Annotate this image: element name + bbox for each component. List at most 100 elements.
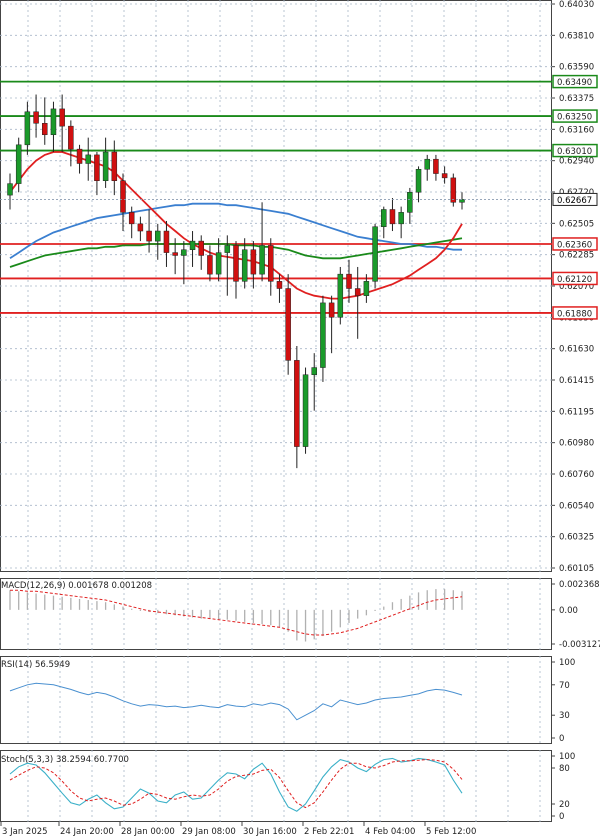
time-tick-label: 29 Jan 08:00 [182,827,236,837]
candle-body [94,154,100,181]
level-tag-label: 0.63010 [557,147,592,157]
candle-body [215,252,222,275]
candle-body [276,281,283,289]
candle-body [433,158,439,174]
price-tick-label: 0.63160 [559,125,594,135]
candle-body [102,151,109,181]
candle-body [111,151,118,181]
rsi-tick-label: 30 [559,711,570,721]
candle [372,223,378,289]
candle-body [76,148,83,164]
level-tag-label: 0.62360 [557,240,592,250]
candle-body [59,108,65,127]
price-tick-label: 0.60540 [559,501,594,511]
candle-body [294,360,300,447]
stoch-tick-label: 80 [559,764,570,774]
time-tick-label: 2 Feb 22:01 [304,827,354,837]
price-tick-label: 0.63590 [559,63,594,73]
candle-body [120,180,126,213]
candle-body [241,249,248,282]
candle-body [311,367,317,375]
chart-background [0,0,600,840]
candle-body [128,212,135,225]
price-tick-label: 0.60980 [559,439,594,449]
macd-label: MACD(12,26,9) 0.001678 0.001208 [1,581,152,591]
stoch-label: Stoch(5,3,3) 38.2594 60.7700 [1,755,129,765]
candle-body [398,212,404,225]
candle-body [181,249,187,256]
candle-body [15,144,22,184]
candle [302,367,309,454]
price-tick-label: 0.61630 [559,345,594,355]
price-tick-label: 0.63375 [559,94,594,104]
time-tick-label: 24 Jan 20:00 [60,827,114,837]
price-tick-label: 0.60105 [559,564,594,574]
macd-tick-label: -0.003127 [559,640,600,650]
candle-body [33,111,39,124]
rsi-tick-label: 100 [559,658,575,668]
price-tick-label: 0.60760 [559,470,594,480]
candle-body [233,245,239,282]
stoch-tick-label: 0 [559,812,564,822]
candle-body [424,158,430,170]
time-tick-label: 30 Jan 16:00 [243,827,297,837]
candle-body [259,245,265,275]
candle-body [172,252,178,256]
candle-body [42,123,48,136]
time-tick-label: 4 Feb 04:00 [365,827,415,837]
candle-body [268,245,274,282]
stoch-tick-label: 100 [559,752,575,762]
candle-body [328,302,335,318]
candle-body [459,199,465,203]
candle-body [285,288,291,361]
current-price-label: 0.62667 [557,196,592,206]
level-tag-label: 0.62120 [557,275,592,285]
candle-body [450,177,457,203]
candle-body [155,230,161,242]
level-tag-label: 0.61880 [557,309,592,319]
forex-chart[interactable]: 0.64030 0.63810 0.63590 0.63375 0.63160 0.629… [0,0,600,840]
macd-tick-label: 0.00 [559,606,578,616]
price-tick-label: 0.61195 [559,407,594,417]
price-tick-label: 0.62285 [559,251,594,261]
price-tick-label: 0.63810 [559,31,594,41]
time-tick-label: 3 Jan 2025 [2,827,48,837]
time-tick-label: 28 Jan 00:00 [121,827,175,837]
level-tag-label: 0.63490 [557,78,592,88]
candle-body [163,230,170,253]
price-tick-label: 0.62505 [559,219,594,229]
candle-body [381,209,387,227]
level-tag-label: 0.63250 [557,113,592,123]
price-tick-label: 0.61415 [559,376,594,386]
candle-body [68,125,74,150]
candle [450,173,457,207]
candle-body [372,226,378,282]
candle-body [85,154,91,164]
rsi-tick-label: 0 [559,734,564,744]
stoch-tick-label: 20 [559,800,570,810]
candle-body [189,240,196,250]
candle-body [50,108,57,136]
macd-tick-label: 0.002368 [559,580,600,590]
candle [285,274,291,375]
candle-body [302,374,309,447]
price-tick-label: 0.60325 [559,533,594,543]
candle-body [24,111,31,146]
candle-body [407,191,413,213]
candle-body [7,183,13,196]
candle-body [320,302,326,368]
rsi-label: RSI(14) 56.5949 [1,660,70,670]
time-tick-label: 5 Feb 12:00 [426,827,476,837]
rsi-tick-label: 70 [559,681,570,691]
candle-body [415,168,422,193]
candle-body [137,223,144,232]
candle-body [354,288,361,296]
candle-body [224,245,231,253]
candle-body [389,209,396,225]
candle-body [441,173,448,179]
candle-body [337,273,344,318]
candle [337,266,344,325]
candle-body [346,273,352,289]
price-tick-label: 0.62940 [559,157,594,167]
candle-body [250,249,257,275]
